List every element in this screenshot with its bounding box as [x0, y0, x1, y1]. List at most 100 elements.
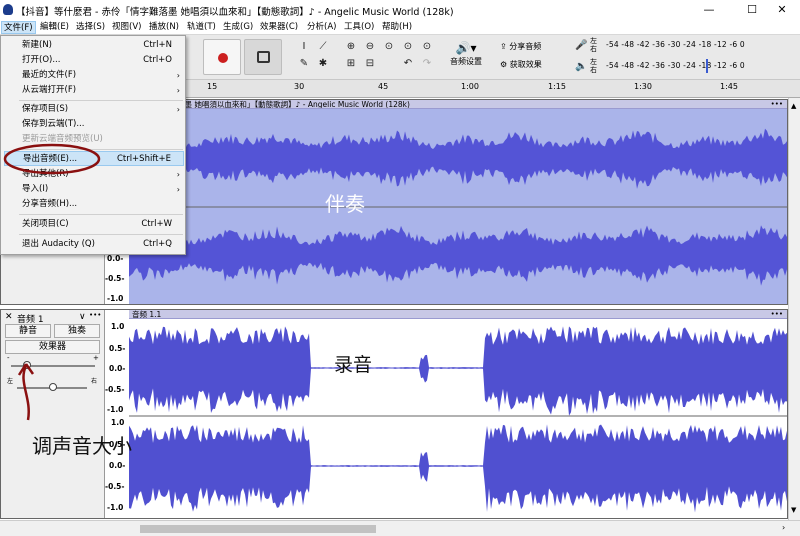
- submenu-arrow-icon: ›: [176, 86, 180, 95]
- record-icon: [218, 53, 228, 63]
- draw-tool-icon[interactable]: ✎: [297, 57, 311, 71]
- menu-item-open[interactable]: 打开(O)... Ctrl+O: [4, 53, 184, 68]
- speaker-icon: 🔊▾: [455, 41, 477, 55]
- menu-item-exit[interactable]: 退出 Audacity (Q) Ctrl+Q: [4, 237, 184, 252]
- menu-view[interactable]: 视图(V): [110, 21, 143, 34]
- get-effects-button[interactable]: ⚙ 获取效果: [500, 57, 560, 73]
- undo-icon[interactable]: ↶: [401, 57, 415, 71]
- puzzle-icon: ⚙: [500, 60, 508, 69]
- close-window-button[interactable]: ✕: [764, 0, 800, 20]
- y-label: -0.5-: [105, 274, 125, 283]
- trim-icon[interactable]: ⊞: [344, 57, 358, 71]
- track2-y-axis: 1.0 0.5- 0.0- -0.5- -1.0 1.0 0.5- 0.0- -…: [105, 310, 129, 518]
- menu-item-label: 从云端打开(F): [22, 85, 77, 95]
- menu-item-label: 保存项目(S): [22, 104, 69, 114]
- menu-tools[interactable]: 工具(O): [342, 21, 376, 34]
- selection-tool-icon[interactable]: I: [297, 40, 311, 54]
- fit-project-icon[interactable]: ⊙: [401, 40, 415, 54]
- scroll-right-icon[interactable]: ›: [782, 523, 785, 532]
- track-collapse-button[interactable]: ∨: [79, 312, 86, 322]
- playback-meter-scale[interactable]: -54 -48 -42 -36 -30 -24 -18 -12 -6 0: [606, 61, 745, 70]
- menu-item-label: 退出 Audacity (Q): [22, 239, 95, 249]
- export-highlight-ellipse: [3, 143, 101, 175]
- microphone-icon[interactable]: 🎤: [575, 40, 587, 51]
- record-meter-scale[interactable]: -54 -48 -42 -36 -30 -24 -18 -12 -6 0: [606, 40, 745, 49]
- share-icon: ⇪: [500, 42, 507, 51]
- menu-tracks[interactable]: 轨道(T): [185, 21, 218, 34]
- menu-item-share-audio[interactable]: 分享音频(H)...: [4, 197, 184, 212]
- share-audio-label: 分享音频: [509, 42, 542, 51]
- menu-item-label: 最近的文件(F): [22, 70, 77, 80]
- menu-item-import[interactable]: 导入(I) ›: [4, 182, 184, 197]
- menu-select[interactable]: 选择(S): [74, 21, 107, 34]
- meter-right-label: 右: [590, 45, 597, 53]
- clip-menu-button[interactable]: •••: [771, 100, 783, 108]
- scroll-down-icon[interactable]: ▼: [791, 506, 796, 514]
- track-menu-button[interactable]: •••: [89, 311, 101, 319]
- volume-annotation: 调声音大小: [32, 434, 132, 458]
- horizontal-scrollbar[interactable]: ›: [0, 520, 800, 536]
- menu-separator: [19, 234, 183, 235]
- ruler-tick: 1:15: [548, 82, 566, 91]
- ruler-tick: 1:30: [634, 82, 652, 91]
- zoom-out-icon[interactable]: ⊖: [363, 40, 377, 54]
- menu-item-new[interactable]: 新建(N) Ctrl+N: [4, 38, 184, 53]
- waveform-recording: [129, 326, 787, 513]
- zoom-in-icon[interactable]: ⊕: [344, 40, 358, 54]
- menu-help[interactable]: 帮助(H): [380, 21, 414, 34]
- window-title: 【抖音】等什麼君 - 赤伶「情字難落墨 她唱須以血來和」【動態歌詞】♪ - An…: [16, 7, 454, 18]
- scroll-up-icon[interactable]: ▲: [791, 102, 796, 110]
- fit-selection-icon[interactable]: ⊙: [382, 40, 396, 54]
- menu-edit[interactable]: 編輯(E): [38, 21, 71, 34]
- record-button[interactable]: [203, 39, 241, 75]
- get-effects-label: 获取效果: [509, 60, 542, 69]
- menu-item-recent-files[interactable]: 最近的文件(F) ›: [4, 68, 184, 83]
- y-label: -1.0: [107, 405, 124, 414]
- track-recording[interactable]: ✕ 音频 1 ∨ ••• 静音 独奏 效果器 - + 左 右 1.0 0.5- …: [0, 309, 788, 519]
- y-label: -1.0: [107, 503, 124, 512]
- menu-generate[interactable]: 生成(G): [221, 21, 255, 34]
- clip2-title-bar[interactable]: 音频 1.1: [129, 310, 787, 319]
- menu-separator: [19, 214, 183, 215]
- ruler-tick: 15: [207, 82, 218, 91]
- track2-clip[interactable]: 音频 1.1 ••• 录音: [129, 310, 787, 518]
- solo-button[interactable]: 独奏: [54, 324, 100, 338]
- multi-tool-icon[interactable]: ✱: [316, 57, 330, 71]
- minimize-button[interactable]: —: [688, 0, 730, 20]
- menu-item-save-cloud[interactable]: 保存到云端(T)...: [4, 117, 184, 132]
- track1-clip[interactable]: 赤伶「情字難落墨 她唱須以血來和」【動態歌詞】♪ - Angelic Music…: [129, 100, 787, 304]
- clip2-menu-button[interactable]: •••: [771, 310, 783, 318]
- menu-effects[interactable]: 效果器(C): [258, 21, 300, 34]
- menu-item-label: 保存到云端(T)...: [22, 119, 85, 129]
- menu-analyze[interactable]: 分析(A): [305, 21, 338, 34]
- zoom-toggle-icon[interactable]: ⊙: [420, 40, 434, 54]
- accompaniment-annotation: 伴奏: [325, 192, 365, 216]
- y-label: 0.0-: [109, 461, 126, 470]
- vertical-scrollbar[interactable]: ▲ ▼: [788, 98, 800, 520]
- menu-file[interactable]: 文件(F): [1, 21, 36, 34]
- pan-slider-knob[interactable]: [49, 383, 57, 391]
- menu-item-save-project[interactable]: 保存项目(S) ›: [4, 102, 184, 117]
- menu-item-open-cloud[interactable]: 从云端打开(F) ›: [4, 83, 184, 98]
- playback-speaker-icon[interactable]: 🔈: [575, 61, 587, 72]
- menu-play[interactable]: 播放(N): [147, 21, 181, 34]
- ruler-tick: 45: [378, 82, 389, 91]
- scroll-thumb[interactable]: [140, 525, 376, 533]
- menu-item-label: 导入(I): [22, 184, 49, 194]
- silence-icon[interactable]: ⊟: [363, 57, 377, 71]
- clip-title-bar[interactable]: 赤伶「情字難落墨 她唱須以血來和」【動態歌詞】♪ - Angelic Music…: [129, 100, 787, 109]
- envelope-tool-icon[interactable]: ⟋: [316, 40, 330, 54]
- playback-meter-marker: [706, 59, 708, 73]
- menu-item-shortcut: Ctrl+O: [143, 55, 172, 65]
- menu-item-close-project[interactable]: 关闭项目(C) Ctrl+W: [4, 217, 184, 232]
- audio-settings-button[interactable]: 🔊▾ 音频设置: [446, 40, 486, 76]
- effects-button[interactable]: 效果器: [5, 340, 100, 354]
- loop-button[interactable]: [244, 39, 282, 75]
- waveform-accompaniment: [129, 128, 787, 286]
- share-audio-button[interactable]: ⇪ 分享音频: [500, 39, 560, 55]
- y-label: -1.0: [107, 294, 124, 303]
- track-close-button[interactable]: ✕: [5, 312, 13, 322]
- y-label: 0.5-: [109, 344, 126, 353]
- mute-button[interactable]: 静音: [5, 324, 51, 338]
- redo-icon[interactable]: ↷: [420, 57, 434, 71]
